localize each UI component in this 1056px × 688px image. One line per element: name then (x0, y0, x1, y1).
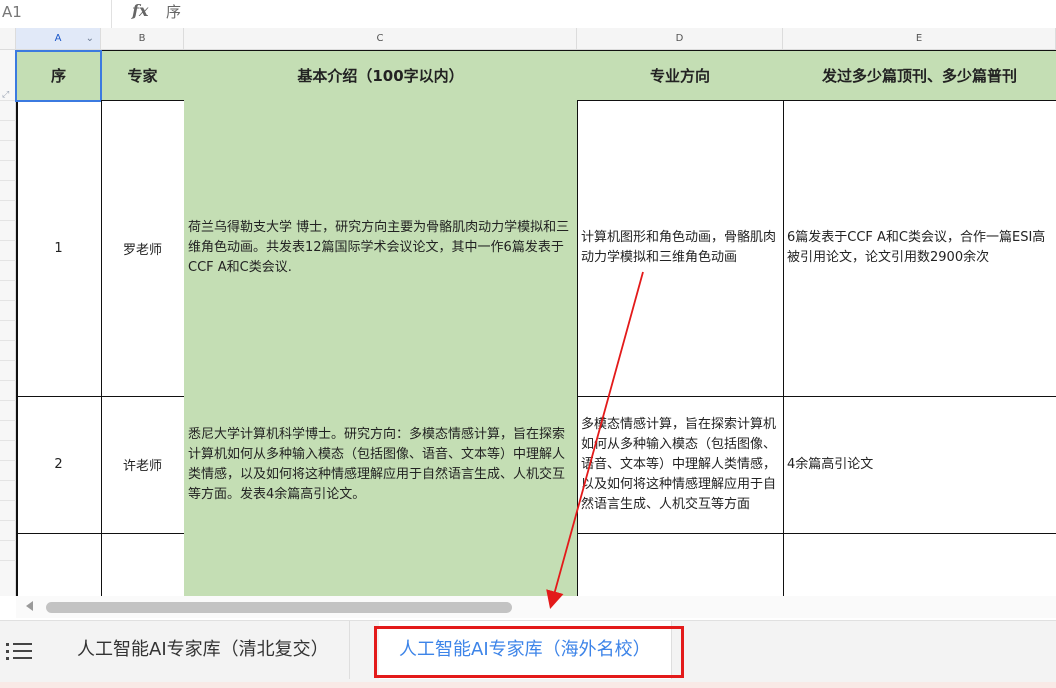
cell-text: 6篇发表于CCF A和C类会议，合作一篇ESI高被引用论文，论文引用数2900余… (787, 230, 1046, 265)
table-cell[interactable] (101, 533, 185, 596)
column-header-e[interactable]: E (783, 28, 1056, 50)
resize-handle-icon[interactable]: ⤢ (2, 90, 9, 100)
table-cell[interactable]: 荷兰乌得勒支大学 博士，研究方向主要为骨骼肌肉动力学模拟和三维角色动画。共发表1… (184, 100, 578, 397)
column-header-d[interactable]: D (577, 28, 783, 50)
fx-icon[interactable]: fx (132, 0, 148, 28)
table-cell[interactable] (184, 533, 578, 596)
sheet-tab-bar: 人工智能AI专家库（清北复交） 人工智能AI专家库（海外名校） (0, 620, 1056, 683)
table-cell[interactable]: 多模态情感计算，旨在探索计算机如何从多种输入模态（包括图像、语音、文本等）中理解… (577, 396, 784, 534)
select-all-corner[interactable] (0, 28, 16, 50)
table-cell[interactable]: 4余篇高引论文 (783, 396, 1056, 534)
table-cell[interactable]: 悉尼大学计算机科学博士。研究方向：多模态情感计算，旨在探索计算机如何从多种输入模… (184, 396, 578, 534)
table-cell[interactable]: 计算机图形和角色动画，骨骼肌肉动力学模拟和三维角色动画 (577, 100, 784, 397)
scrollbar-thumb[interactable] (46, 602, 512, 613)
table-cell[interactable]: 罗老师 (101, 100, 185, 397)
spreadsheet-grid: A ⌄ B C D E ⤢ 序 专家 基本介绍（100字以内） 专业方向 发过多… (0, 28, 1056, 596)
header-cell-intro[interactable]: 基本介绍（100字以内） (184, 51, 578, 101)
column-header-c[interactable]: C (184, 28, 577, 50)
table-cell[interactable]: 许老师 (101, 396, 185, 534)
formula-bar: A1 fx 序 (0, 0, 1056, 29)
cell-text: 计算机图形和角色动画，骨骼肌肉动力学模拟和三维角色动画 (581, 230, 777, 265)
table-cell[interactable] (783, 533, 1056, 596)
formula-input[interactable]: 序 (166, 0, 181, 24)
sheet-tab-overseas[interactable]: 人工智能AI专家库（海外名校） (379, 621, 672, 679)
cell-text: 4余篇高引论文 (787, 456, 874, 472)
table-cell[interactable]: 2 (16, 396, 102, 534)
row-header-gutter[interactable]: ⤢ (0, 50, 16, 596)
list-menu-icon[interactable] (6, 641, 34, 661)
chevron-down-icon[interactable]: ⌄ (86, 28, 94, 50)
column-header-b[interactable]: B (101, 28, 184, 50)
header-cell-papers[interactable]: 发过多少篇顶刊、多少篇普刊 (783, 51, 1056, 101)
table-cell[interactable]: 1 (16, 100, 102, 397)
table-cell[interactable]: 6篇发表于CCF A和C类会议，合作一篇ESI高被引用论文，论文引用数2900余… (783, 100, 1056, 397)
sheet-tab-tsinghua[interactable]: 人工智能AI专家库（清北复交） (57, 621, 350, 679)
cell-reference-box[interactable]: A1 (0, 0, 112, 28)
cell-text: 荷兰乌得勒支大学 博士，研究方向主要为骨骼肌肉动力学模拟和三维角色动画。共发表1… (188, 220, 570, 275)
arrow-left-icon[interactable] (26, 601, 33, 611)
header-cell-direction[interactable]: 专业方向 (577, 51, 784, 101)
cell-text: 悉尼大学计算机科学博士。研究方向：多模态情感计算，旨在探索计算机如何从多种输入模… (188, 426, 566, 502)
horizontal-scrollbar[interactable] (16, 596, 1056, 618)
cell-text: 多模态情感计算，旨在探索计算机如何从多种输入模态（包括图像、语音、文本等）中理解… (581, 416, 777, 512)
table-cell[interactable] (16, 533, 102, 596)
header-cell-expert[interactable]: 专家 (101, 51, 185, 101)
header-cell-no[interactable]: 序 (16, 51, 102, 101)
status-strip (0, 682, 1056, 688)
table-cell[interactable] (577, 533, 784, 596)
column-header-a[interactable]: A ⌄ (16, 28, 101, 50)
column-label: A (54, 33, 62, 44)
